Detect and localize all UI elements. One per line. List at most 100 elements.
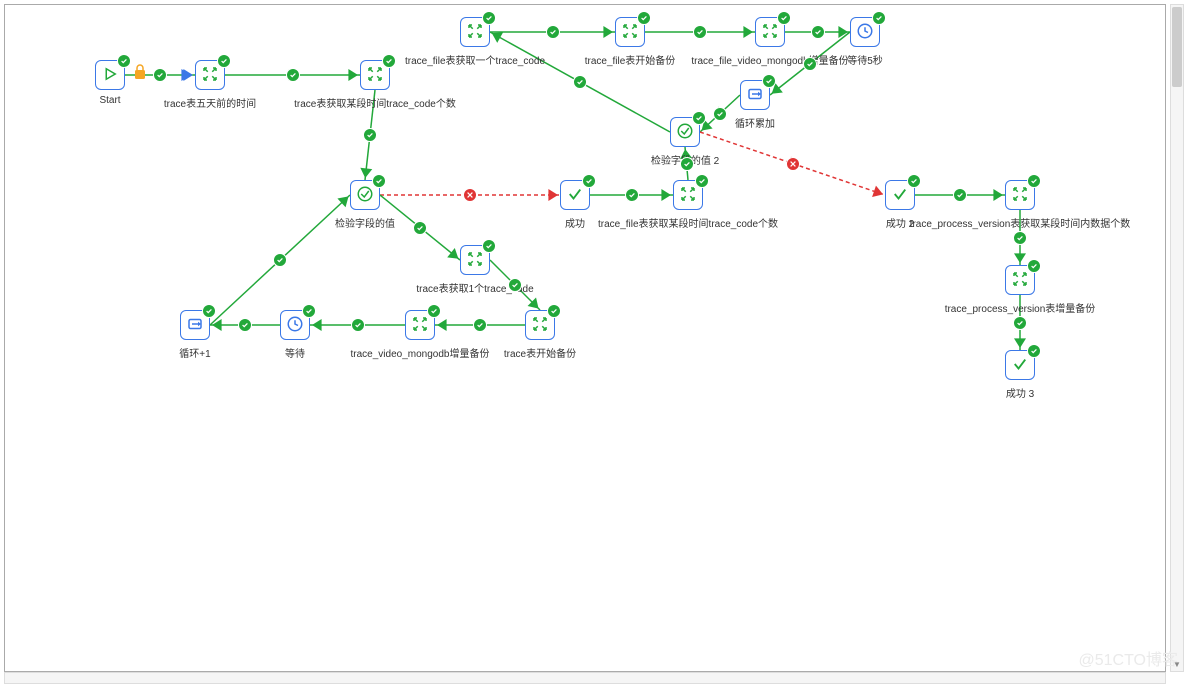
edge-ok-icon xyxy=(153,68,167,82)
status-ok-badge xyxy=(482,239,496,253)
node-label: trace表获取某段时间trace_code个数 xyxy=(294,95,456,110)
node-label: trace_process_version表获取某段时间内数据个数 xyxy=(910,215,1131,230)
transform-icon xyxy=(761,22,779,43)
node-label: 成功 xyxy=(565,215,585,230)
workflow-node-ok2[interactable]: 成功 2 xyxy=(885,180,915,210)
status-ok-badge xyxy=(372,174,386,188)
node-label: 循环+1 xyxy=(179,345,210,360)
node-label: 成功 3 xyxy=(1006,385,1034,400)
edge-ok-icon xyxy=(693,25,707,39)
status-ok-badge xyxy=(1027,259,1041,273)
edge-ok-icon xyxy=(625,188,639,202)
node-label: 循环累加 xyxy=(735,115,775,130)
transform-icon xyxy=(531,315,549,336)
edge-ok-icon xyxy=(680,157,694,171)
workflow-node-wait5s[interactable]: 等待5秒 xyxy=(850,17,880,47)
edge-ok-icon xyxy=(413,221,427,235)
status-ok-badge xyxy=(582,174,596,188)
workflow-node-tfGetOne[interactable]: trace_file表获取一个trace_code xyxy=(460,17,490,47)
status-ok-badge xyxy=(382,54,396,68)
node-label: 等待5秒 xyxy=(847,52,883,67)
transform-icon xyxy=(366,65,384,86)
workflow-node-loopAdd[interactable]: 循环累加 xyxy=(740,80,770,110)
vertical-scrollbar[interactable]: ▲ ▼ xyxy=(1170,4,1184,672)
check-icon xyxy=(1011,355,1029,376)
status-ok-badge xyxy=(872,11,886,25)
edge-error-icon xyxy=(463,188,477,202)
node-label: trace_file表开始备份 xyxy=(585,52,676,67)
transform-icon xyxy=(679,185,697,206)
edge-ok-icon xyxy=(811,25,825,39)
check-icon xyxy=(891,185,909,206)
workflow-node-traceGet1[interactable]: trace表获取1个trace_code xyxy=(460,245,490,275)
status-ok-badge xyxy=(1027,174,1041,188)
status-ok-badge xyxy=(762,74,776,88)
workflow-node-ok1[interactable]: 成功 xyxy=(560,180,590,210)
status-ok-badge xyxy=(482,11,496,25)
workflow-node-chkVal2[interactable]: 检验字段的值 2 xyxy=(670,117,700,147)
workflow-node-wait[interactable]: 等待 xyxy=(280,310,310,340)
node-label: trace_file_video_mongodb增量备份 xyxy=(691,52,848,67)
node-label: trace_file表获取一个trace_code xyxy=(405,52,545,67)
status-ok-badge xyxy=(637,11,651,25)
status-ok-badge xyxy=(1027,344,1041,358)
check-icon xyxy=(566,185,584,206)
workflow-node-chkVal[interactable]: 检验字段的值 xyxy=(350,180,380,210)
check-shield-icon xyxy=(676,122,694,143)
edge-error-icon xyxy=(786,157,800,171)
edge-ok-icon xyxy=(238,318,252,332)
transform-icon xyxy=(411,315,429,336)
loop-icon xyxy=(186,315,204,336)
edge-ok-icon xyxy=(508,278,522,292)
workflow-node-tfCount[interactable]: trace_file表获取某段时间trace_code个数 xyxy=(673,180,703,210)
workflow-node-loop1[interactable]: 循环+1 xyxy=(180,310,210,340)
transform-icon xyxy=(466,22,484,43)
scroll-thumb[interactable] xyxy=(1172,7,1182,87)
edge-ok-icon xyxy=(473,318,487,332)
node-label: trace_video_mongodb增量备份 xyxy=(351,345,490,360)
node-label: trace表五天前的时间 xyxy=(164,95,256,110)
status-ok-badge xyxy=(547,304,561,318)
node-label: trace_file表获取某段时间trace_code个数 xyxy=(598,215,778,230)
node-label: Start xyxy=(99,95,120,106)
edge-ok-icon xyxy=(713,107,727,121)
loop-icon xyxy=(746,85,764,106)
workflow-node-start[interactable]: Start xyxy=(95,60,125,90)
status-ok-badge xyxy=(202,304,216,318)
status-ok-badge xyxy=(777,11,791,25)
workflow-node-tpvCount[interactable]: trace_process_version表获取某段时间内数据个数 xyxy=(1005,180,1035,210)
workflow-node-tfvMongo[interactable]: trace_file_video_mongodb增量备份 xyxy=(755,17,785,47)
edge-ok-icon xyxy=(573,75,587,89)
edge-ok-icon xyxy=(953,188,967,202)
workflow-node-traceStart[interactable]: trace表开始备份 xyxy=(525,310,555,340)
status-ok-badge xyxy=(217,54,231,68)
edge-ok-icon xyxy=(546,25,560,39)
check-shield-icon xyxy=(356,185,374,206)
horizontal-scrollbar[interactable] xyxy=(4,672,1166,684)
status-ok-badge xyxy=(117,54,131,68)
workflow-node-tfStart[interactable]: trace_file表开始备份 xyxy=(615,17,645,47)
node-label: 检验字段的值 xyxy=(335,215,395,230)
clock-icon xyxy=(856,22,874,43)
status-ok-badge xyxy=(907,174,921,188)
play-icon xyxy=(101,65,119,86)
node-label: 等待 xyxy=(285,345,305,360)
status-ok-badge xyxy=(695,174,709,188)
workflow-canvas[interactable]: Start trace表五天前的时间 trace表获取某段时间trace_cod… xyxy=(5,5,1165,671)
workflow-node-tpvBackup[interactable]: trace_process_version表增量备份 xyxy=(1005,265,1035,295)
workflow-node-ok3[interactable]: 成功 3 xyxy=(1005,350,1035,380)
workflow-node-tvMongo[interactable]: trace_video_mongodb增量备份 xyxy=(405,310,435,340)
edge-ok-icon xyxy=(286,68,300,82)
workflow-node-traceCount[interactable]: trace表获取某段时间trace_code个数 xyxy=(360,60,390,90)
node-label: trace表开始备份 xyxy=(504,345,576,360)
status-ok-badge xyxy=(692,111,706,125)
transform-icon xyxy=(1011,270,1029,291)
status-ok-badge xyxy=(427,304,441,318)
lock-icon xyxy=(133,63,147,81)
scroll-down-arrow[interactable]: ▼ xyxy=(1171,657,1183,671)
transform-icon xyxy=(201,65,219,86)
edge-ok-icon xyxy=(1013,316,1027,330)
workflow-node-trace5day[interactable]: trace表五天前的时间 xyxy=(195,60,225,90)
transform-icon xyxy=(621,22,639,43)
edge-ok-icon xyxy=(351,318,365,332)
